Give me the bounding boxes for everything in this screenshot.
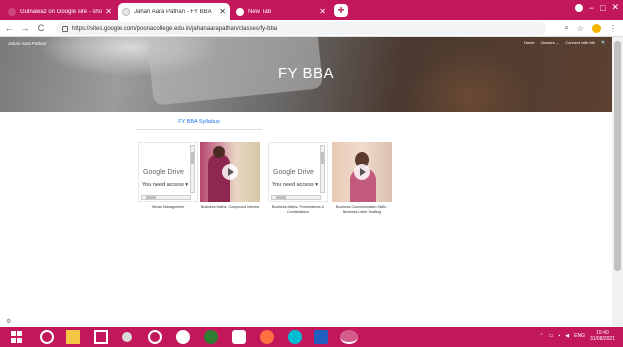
page-scrollbar[interactable] xyxy=(612,37,623,327)
caption-permutations: Business Maths- Permutations & Combinati… xyxy=(271,205,325,214)
syllabus-link[interactable]: FY BBA Syllabus xyxy=(136,119,262,125)
page-viewport: Jahan Aara Pathan Home Classes ⌄ Connect… xyxy=(0,37,612,327)
menu-dots-icon[interactable]: ⋮ xyxy=(609,24,617,33)
display-icon[interactable]: ▪ xyxy=(558,333,560,339)
record-icon[interactable] xyxy=(574,3,583,12)
access-message[interactable]: You need access ▾ xyxy=(272,182,318,188)
file-explorer-icon[interactable] xyxy=(66,330,80,344)
clock-date: 31/08/2021 xyxy=(589,336,615,342)
scrollbar-thumb[interactable] xyxy=(614,41,621,271)
minimize-icon[interactable]: − xyxy=(589,3,594,13)
video-thumbnail-head xyxy=(213,146,225,158)
site-favicon-icon xyxy=(122,7,130,16)
caption-stress-management: Stress Management xyxy=(151,205,185,209)
close-icon[interactable]: ✕ xyxy=(105,7,112,16)
new-tab-button[interactable]: + xyxy=(334,4,348,17)
new-tab-favicon-icon xyxy=(236,7,244,16)
vertical-scrollbar[interactable] xyxy=(190,145,195,193)
reload-button[interactable]: C xyxy=(34,23,48,33)
network-icon[interactable]: ▭ xyxy=(549,333,554,339)
clock[interactable]: 15:40 31/08/2021 xyxy=(590,330,615,342)
profile-avatar[interactable] xyxy=(592,23,601,33)
vertical-scrollbar[interactable] xyxy=(320,145,325,193)
chrome-icon[interactable] xyxy=(340,330,358,344)
search-icon[interactable]: ⌕ xyxy=(564,23,568,33)
close-icon[interactable]: ✕ xyxy=(319,7,326,16)
caption-compound-interest: Business Maths- Compound Interest xyxy=(200,205,260,209)
store-icon[interactable] xyxy=(94,330,108,344)
nav-classes[interactable]: Classes ⌄ xyxy=(541,40,560,45)
tab-title: Gulnawaz on Google site - shoai... xyxy=(20,8,103,15)
video-app-icon[interactable] xyxy=(232,330,246,344)
tab-gulnawaz[interactable]: Gulnawaz on Google site - shoai... ✕ xyxy=(4,3,116,20)
lock-icon[interactable] xyxy=(62,25,68,32)
media-player-icon[interactable] xyxy=(148,330,162,344)
access-message[interactable]: You need access ▾ xyxy=(142,182,188,188)
nav-home[interactable]: Home xyxy=(524,40,535,45)
google-drive-logo: Google Drive xyxy=(143,169,184,176)
drive-embed-permutations[interactable]: Google Drive You need access ▾ xyxy=(268,142,328,202)
internet-explorer-icon[interactable] xyxy=(40,330,54,344)
close-icon[interactable]: ✕ xyxy=(219,7,226,16)
firefox-icon[interactable] xyxy=(260,330,274,344)
logo-google-text: Google xyxy=(143,169,166,176)
tab-strip: Gulnawaz on Google site - shoai... ✕ Jah… xyxy=(0,0,623,20)
word-icon[interactable] xyxy=(314,330,328,344)
video-compound-interest[interactable] xyxy=(200,142,260,202)
site-name[interactable]: Jahan Aara Pathan xyxy=(8,41,46,46)
drive-embed-stress-management[interactable]: Google Drive You need access ▾ xyxy=(138,142,198,202)
tab-title: New Tab xyxy=(248,8,272,15)
google-drive-logo: Google Drive xyxy=(273,169,314,176)
back-button[interactable]: ← xyxy=(2,23,16,33)
close-window-icon[interactable]: ✕ xyxy=(611,2,619,13)
mail-icon[interactable] xyxy=(122,332,132,342)
window-controls: − □ ✕ xyxy=(574,2,619,13)
play-icon[interactable] xyxy=(354,164,370,180)
logo-drive-text: Drive xyxy=(297,169,314,176)
bookmark-star-icon[interactable]: ☆ xyxy=(577,24,584,33)
site-info-icon[interactable]: ⚙ xyxy=(6,318,11,325)
logo-google-text: Google xyxy=(273,169,296,176)
tray-overflow-icon[interactable]: ⌃ xyxy=(540,333,544,339)
page-title: FY BBA xyxy=(277,65,335,82)
nav-connect[interactable]: Connect with Me xyxy=(565,40,595,45)
caption-business-letter: Business Communication Skills - Business… xyxy=(335,205,389,214)
address-bar[interactable]: https://sites.google.com/poonacollege.ed… xyxy=(56,22,546,35)
logo-drive-text: Drive xyxy=(167,169,184,176)
toolbar-actions: ⌕ ☆ ⋮ xyxy=(564,23,617,33)
site-navigation: Home Classes ⌄ Connect with Me 🔍 xyxy=(524,40,606,45)
horizontal-scrollbar[interactable] xyxy=(141,195,191,200)
url-text: https://sites.google.com/poonacollege.ed… xyxy=(72,25,278,32)
language-indicator[interactable]: ENG xyxy=(574,333,585,339)
windows-start-icon[interactable] xyxy=(10,330,24,344)
forward-button[interactable]: → xyxy=(18,23,32,33)
site-favicon-icon xyxy=(8,7,16,16)
tab-new-tab[interactable]: New Tab ✕ xyxy=(232,3,330,20)
maximize-icon[interactable]: □ xyxy=(600,3,605,13)
header-banner: Jahan Aara Pathan Home Classes ⌄ Connect… xyxy=(0,37,612,112)
volume-icon[interactable]: ◀ xyxy=(565,333,569,339)
horizontal-scrollbar[interactable] xyxy=(271,195,321,200)
tab-title: Jahan Aara Pathan - FY BBA xyxy=(134,8,212,15)
play-icon[interactable] xyxy=(222,164,238,180)
windows-taskbar: ⌃ ▭ ▪ ◀ ENG 15:40 31/08/2021 xyxy=(0,327,623,347)
video-business-letter[interactable] xyxy=(332,142,392,202)
edge-icon[interactable] xyxy=(288,330,302,344)
whatsapp-icon[interactable] xyxy=(204,330,218,344)
calculator-icon[interactable] xyxy=(176,330,190,344)
site-search-icon[interactable]: 🔍 xyxy=(601,40,606,45)
tab-fy-bba[interactable]: Jahan Aara Pathan - FY BBA ✕ xyxy=(118,3,230,20)
browser-toolbar: ← → C https://sites.google.com/poonacoll… xyxy=(0,20,623,37)
divider xyxy=(136,129,262,130)
system-tray: ⌃ ▭ ▪ ◀ ENG 15:40 31/08/2021 xyxy=(540,330,615,342)
